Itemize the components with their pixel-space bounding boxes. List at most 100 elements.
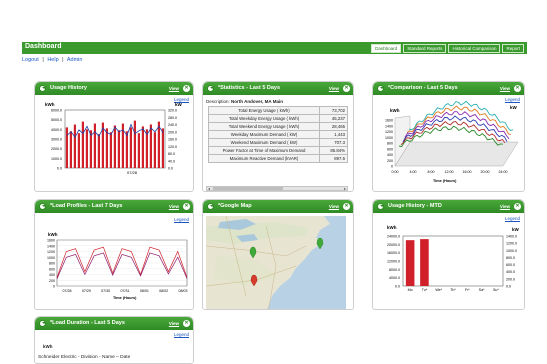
x-tick: 4:00	[410, 170, 417, 174]
map-view[interactable]	[206, 216, 346, 310]
plot-area	[402, 235, 504, 287]
y-tick: 800	[49, 262, 55, 266]
usage-bar	[97, 134, 100, 168]
collapse-icon[interactable]	[377, 84, 384, 92]
y-tick: 200	[49, 279, 55, 283]
y-tick-right: 280.0	[168, 116, 177, 120]
table-row: Total Energy Usage ( kWh) 73,702	[208, 106, 348, 115]
y-tick-left: 3000.0	[51, 138, 62, 142]
statistics-table: Total Energy Usage ( kWh) 73,702 Total Wee…	[208, 106, 348, 163]
horizontal-scrollbar[interactable]: ◂ ▸	[206, 186, 348, 191]
x-tick: 07/28	[127, 170, 138, 175]
close-icon[interactable]: ✕	[343, 202, 350, 210]
page-title: Dashboard	[25, 43, 62, 50]
x-tick: 08/01	[140, 289, 149, 293]
widget-title: *Load Duration - Last 5 Days	[50, 320, 125, 326]
logout-link[interactable]: Logout	[22, 57, 39, 63]
y-tick-left: 4000.0	[389, 276, 400, 280]
description: Description: North Andover, MA Main	[206, 99, 283, 104]
admin-link[interactable]: Admin	[67, 57, 83, 63]
y-tick-left: 2000.0	[51, 147, 62, 151]
y-tick-right: 120.0	[168, 145, 177, 149]
usage-bar	[81, 121, 84, 168]
y-tick: 800	[387, 142, 393, 146]
widget-header: *Load Profiles - Last 7 Days View ✕	[35, 200, 193, 213]
help-link[interactable]: Help	[47, 57, 58, 63]
view-link[interactable]: View	[169, 204, 179, 209]
usage-bar	[145, 129, 148, 168]
tab-dashboard[interactable]: Dashboard	[371, 44, 402, 53]
view-link[interactable]: View	[500, 86, 510, 91]
y-tick-right: 1400.0	[506, 235, 517, 239]
collapse-icon[interactable]	[377, 202, 384, 210]
close-icon[interactable]: ✕	[514, 202, 521, 210]
collapse-icon[interactable]	[207, 84, 214, 92]
stat-value: 45,237	[319, 114, 348, 123]
widget-title: *Load Profiles - Last 7 Days	[50, 203, 123, 209]
y-tick: 400	[49, 273, 55, 277]
view-link[interactable]: View	[329, 86, 339, 91]
view-link[interactable]: View	[500, 204, 510, 209]
view-link[interactable]: View	[329, 204, 339, 209]
tab-historical-comparison[interactable]: Historical Comparison	[448, 44, 501, 53]
x-tick: 07/30	[101, 289, 110, 293]
x-tick: Su*	[493, 288, 499, 292]
widget-header: *Load Duration - Last 5 Days View ✕	[35, 317, 193, 330]
y-tick-right: 240.0	[168, 123, 177, 127]
view-link[interactable]: View	[169, 86, 179, 91]
collapse-icon[interactable]	[39, 319, 46, 327]
view-link[interactable]: View	[169, 321, 179, 326]
stat-label: Total Weekday Energy Usage ( kWh)	[208, 114, 320, 123]
y-axis-label: kWh	[43, 344, 53, 349]
scroll-right-icon[interactable]: ▸	[344, 186, 346, 191]
collapse-icon[interactable]	[39, 202, 46, 210]
x-axis-label: Time (Hours)	[433, 179, 457, 183]
description-label: Description:	[206, 99, 230, 104]
comparison-widget: *Comparison - Last 5 Days View ✕ Legend …	[372, 81, 525, 192]
usage-bar	[93, 123, 96, 168]
scroll-left-icon[interactable]: ◂	[208, 186, 210, 191]
y-axis-label-left: kWh	[390, 108, 400, 113]
scroll-thumb[interactable]	[213, 187, 283, 190]
widget-header: Usage History View ✕	[35, 82, 193, 95]
y-tick-right: 800.0	[506, 256, 515, 260]
tab-standard-reports[interactable]: Standard Reports	[403, 44, 447, 53]
collapse-icon[interactable]	[39, 84, 46, 92]
close-icon[interactable]: ✕	[183, 84, 190, 92]
close-icon[interactable]: ✕	[183, 202, 190, 210]
y-tick-left: 12000.0	[387, 260, 400, 264]
usage-bar	[133, 120, 136, 168]
stat-value: 73,702	[319, 106, 348, 115]
y-tick: 1000	[47, 256, 55, 260]
y-axis-label-left: kWh	[387, 225, 397, 230]
close-icon[interactable]: ✕	[514, 84, 521, 92]
y-tick-left: 5000.0	[51, 118, 62, 122]
usage-bar	[137, 133, 140, 168]
collapse-icon[interactable]	[207, 202, 214, 210]
y-tick-left: 1000.0	[51, 157, 62, 161]
tab-report[interactable]: Report	[502, 44, 524, 53]
widget-title: Usage History - MTD	[388, 203, 442, 209]
y-tick-right: 40.0	[168, 159, 175, 163]
dashboard-header: Dashboard Dashboard Standard Reports His…	[22, 42, 527, 54]
y-tick: 1400	[385, 124, 393, 128]
usage-bar	[105, 128, 108, 168]
usage-bar	[153, 132, 156, 168]
link-separator: |	[62, 57, 64, 63]
legend-link[interactable]: Legend	[174, 332, 189, 337]
widget-title: Usage History	[50, 85, 87, 91]
close-icon[interactable]: ✕	[183, 319, 190, 327]
usage-bar	[113, 125, 116, 168]
y-tick-right: 0.0	[506, 285, 511, 289]
map-canvas[interactable]	[206, 216, 346, 310]
stat-label: Weekday Maximum Demand ( kW)	[208, 130, 320, 139]
stat-label: Total Weekend Energy Usage ( kWh)	[208, 122, 320, 131]
stat-value: 897.6	[319, 154, 348, 163]
y-tick-right: 1000.0	[506, 249, 517, 253]
y-tick-right: 160.0	[168, 138, 177, 142]
close-icon[interactable]: ✕	[343, 84, 350, 92]
usage-bar	[149, 124, 152, 168]
x-tick: 8:00	[428, 170, 435, 174]
widget-header: *Statistics - Last 5 Days View ✕	[203, 82, 353, 95]
description-value: North Andover, MA Main	[231, 99, 283, 104]
